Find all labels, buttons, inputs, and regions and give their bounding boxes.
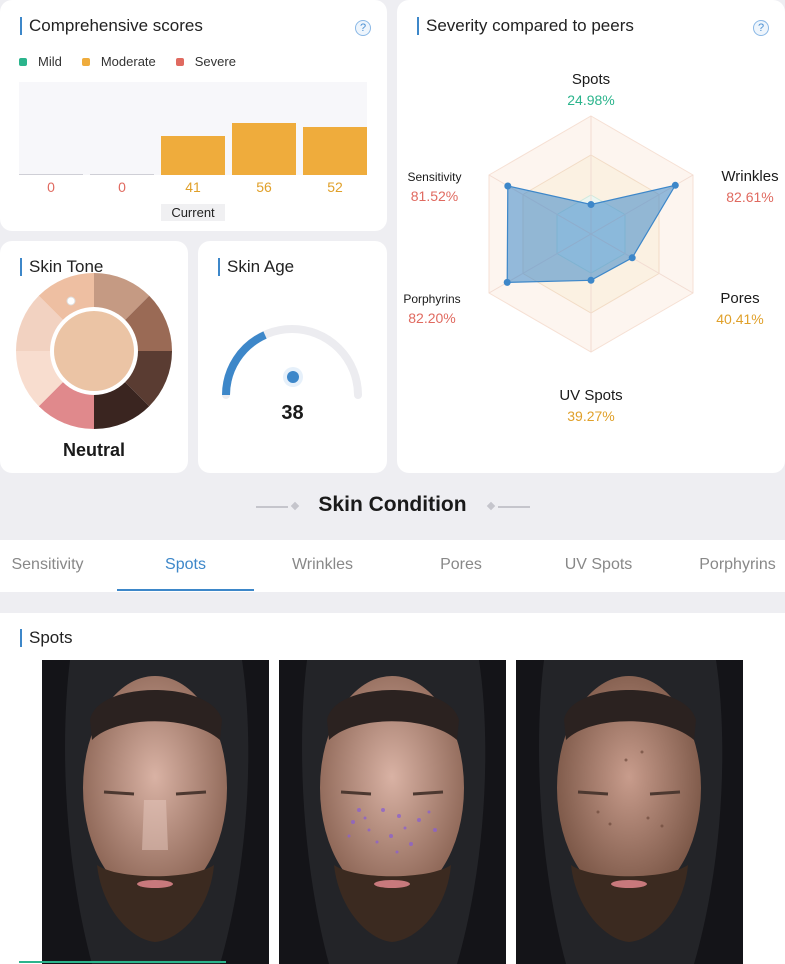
radar-point <box>587 201 595 208</box>
score-bar[interactable] <box>19 174 83 175</box>
skin-condition-title: Skin Condition <box>318 493 467 516</box>
radar-point <box>503 278 511 286</box>
score-legend: Mild Moderate Severe <box>19 54 236 69</box>
score-value: 41 <box>185 179 201 195</box>
tab-uv-spots[interactable]: UV Spots <box>531 556 666 574</box>
skin-age-title: Skin Age <box>218 258 294 276</box>
section-header: Skin Condition <box>0 493 785 517</box>
severity-title: Severity compared to peers <box>417 17 634 35</box>
radar-label-spots: Spots 24.98% <box>567 71 615 108</box>
score-bars <box>19 82 367 175</box>
face-photo-uv[interactable] <box>516 660 743 964</box>
spots-panel-title: Spots <box>20 629 72 647</box>
skin-age-value: 38 <box>281 402 304 424</box>
legend-moderate: Moderate <box>81 54 156 69</box>
tab-wrinkles[interactable]: Wrinkles <box>254 556 391 574</box>
score-bar[interactable] <box>303 127 367 175</box>
score-value: 52 <box>327 179 343 195</box>
score-bar[interactable] <box>232 123 296 175</box>
score-bar[interactable] <box>90 174 154 175</box>
score-value: 0 <box>118 179 126 195</box>
skin-age-gauge <box>222 325 362 399</box>
legend-mild: Mild <box>19 54 62 69</box>
radar-label-uv-spots: UV Spots 39.27% <box>559 387 623 424</box>
radar-point <box>628 254 636 262</box>
score-bar[interactable] <box>161 136 225 175</box>
radar-point <box>504 182 512 190</box>
face-photo[interactable] <box>42 660 269 964</box>
face-photo-spots-overlay[interactable] <box>279 660 506 964</box>
spots-panel: Spots <box>0 613 785 964</box>
tab-porphyrins[interactable]: Porphyrins <box>690 556 785 574</box>
severity-radar-chart <box>488 115 694 353</box>
radar-label-sensitivity: Sensitivity 81.52% <box>407 170 462 204</box>
radar-label-porphyrins: Porphyrins 82.20% <box>403 292 461 326</box>
active-tab-indicator <box>117 589 254 591</box>
skin-tone-value: Neutral <box>62 440 125 460</box>
skin-tone-wheel <box>15 272 173 430</box>
score-value: 56 <box>256 179 272 195</box>
current-tag: Current <box>161 204 225 221</box>
tab-pores[interactable]: Pores <box>391 556 531 574</box>
score-value: 0 <box>47 179 55 195</box>
radar-point <box>587 276 595 284</box>
radar-label-pores: Pores 40.41% <box>716 290 764 327</box>
comprehensive-scores-title: Comprehensive scores <box>20 17 203 35</box>
tab-sensitivity[interactable]: Sensitivity <box>0 556 95 574</box>
section-deco-line <box>498 506 530 508</box>
condition-tabs: Sensitivity Spots Wrinkles Pores UV Spot… <box>0 540 785 592</box>
help-icon[interactable]: ? <box>355 20 371 36</box>
progress-indicator <box>19 961 226 963</box>
tab-spots[interactable]: Spots <box>117 556 254 574</box>
help-icon[interactable]: ? <box>753 20 769 36</box>
legend-severe: Severe <box>175 54 236 69</box>
radar-label-wrinkles: Wrinkles 82.61% <box>721 168 779 205</box>
comprehensive-scores-card: Comprehensive scores ? Mild Moderate Sev… <box>0 0 387 231</box>
radar-point <box>671 181 679 189</box>
